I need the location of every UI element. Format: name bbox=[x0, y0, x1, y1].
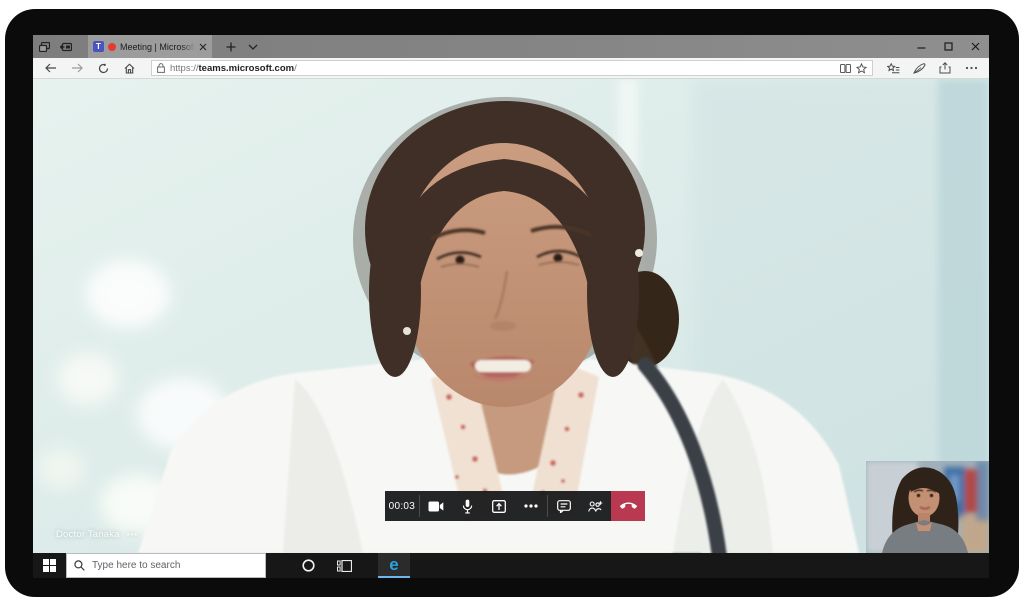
participant-name-label: Doctor Tanaka ••• bbox=[56, 529, 138, 540]
home-button[interactable] bbox=[117, 59, 141, 78]
url-host: teams.microsoft.com bbox=[199, 63, 295, 74]
url-field[interactable]: https://teams.microsoft.com/ bbox=[151, 60, 873, 76]
hub-button[interactable] bbox=[881, 59, 905, 78]
reading-view-icon[interactable] bbox=[840, 64, 851, 73]
microphone-icon bbox=[462, 499, 473, 514]
camera-icon bbox=[428, 501, 444, 512]
more-options-icon bbox=[524, 504, 538, 508]
windows-desktop: T Meeting | Microsoft bbox=[33, 35, 989, 578]
recording-dot-icon bbox=[108, 43, 116, 51]
call-control-bar: 00:03 bbox=[385, 491, 645, 521]
camera-button[interactable] bbox=[420, 491, 452, 521]
search-input[interactable] bbox=[92, 560, 258, 571]
active-app-indicator bbox=[378, 576, 410, 578]
share-button[interactable] bbox=[933, 59, 957, 78]
task-view-button[interactable] bbox=[326, 553, 362, 578]
share-screen-icon bbox=[492, 500, 506, 513]
tabs-set-aside-icon bbox=[39, 42, 50, 52]
hang-up-icon bbox=[620, 502, 637, 510]
add-participant-icon bbox=[588, 500, 603, 513]
chat-button[interactable] bbox=[548, 491, 580, 521]
url-protocol: https:// bbox=[170, 63, 199, 74]
favorite-star-icon[interactable] bbox=[856, 63, 867, 74]
start-button[interactable] bbox=[33, 553, 66, 578]
share-screen-button[interactable] bbox=[483, 491, 515, 521]
minimize-button[interactable] bbox=[908, 35, 935, 58]
hang-up-button[interactable] bbox=[611, 491, 645, 521]
call-timer: 00:03 bbox=[385, 491, 419, 521]
microphone-button[interactable] bbox=[451, 491, 483, 521]
browser-title-bar: T Meeting | Microsoft bbox=[33, 35, 989, 58]
participant-name: Doctor Tanaka bbox=[56, 529, 120, 540]
refresh-button[interactable] bbox=[91, 59, 115, 78]
tab-title: Meeting | Microsoft bbox=[120, 42, 195, 52]
laptop-bezel: T Meeting | Microsoft bbox=[5, 9, 1019, 597]
window-controls bbox=[908, 35, 989, 58]
remote-video-doctor bbox=[33, 79, 989, 553]
search-icon bbox=[74, 560, 85, 571]
address-bar-row: https://teams.microsoft.com/ bbox=[33, 58, 989, 79]
teams-favicon: T bbox=[93, 41, 104, 52]
web-note-pen-button[interactable] bbox=[907, 59, 931, 78]
active-tab[interactable]: T Meeting | Microsoft bbox=[88, 35, 212, 58]
tab-list-button[interactable] bbox=[242, 35, 264, 58]
close-tab-icon[interactable] bbox=[199, 43, 207, 51]
forward-button[interactable] bbox=[65, 59, 89, 78]
edge-logo-icon: e bbox=[389, 556, 398, 573]
set-tabs-aside-button[interactable] bbox=[55, 35, 77, 58]
windows-logo-icon bbox=[43, 559, 56, 572]
back-button[interactable] bbox=[39, 59, 63, 78]
cortana-button[interactable] bbox=[290, 553, 326, 578]
set-tabs-aside-icon bbox=[60, 42, 72, 52]
task-view-icon bbox=[337, 560, 352, 572]
close-window-button[interactable] bbox=[962, 35, 989, 58]
chat-icon bbox=[557, 500, 571, 513]
self-view-image bbox=[866, 461, 989, 553]
restore-button[interactable] bbox=[935, 35, 962, 58]
add-participant-button[interactable] bbox=[579, 491, 611, 521]
windows-taskbar: e bbox=[33, 553, 989, 578]
participant-overflow-dots[interactable]: ••• bbox=[127, 530, 138, 539]
url-path: / bbox=[294, 63, 297, 74]
more-options-button[interactable] bbox=[515, 491, 547, 521]
tabs-set-aside-button[interactable] bbox=[33, 35, 55, 58]
new-tab-button[interactable] bbox=[220, 35, 242, 58]
cortana-icon bbox=[302, 559, 315, 572]
lock-icon bbox=[157, 63, 165, 73]
self-view-video[interactable] bbox=[866, 461, 989, 553]
taskbar-search-box[interactable] bbox=[66, 553, 266, 578]
marketing-device-render: T Meeting | Microsoft bbox=[0, 0, 1024, 605]
edge-taskbar-button[interactable]: e bbox=[378, 553, 410, 578]
more-settings-button[interactable] bbox=[959, 59, 983, 78]
meeting-video-stage: Doctor Tanaka ••• 00:03 bbox=[33, 79, 989, 553]
url-text: https://teams.microsoft.com/ bbox=[170, 63, 835, 74]
